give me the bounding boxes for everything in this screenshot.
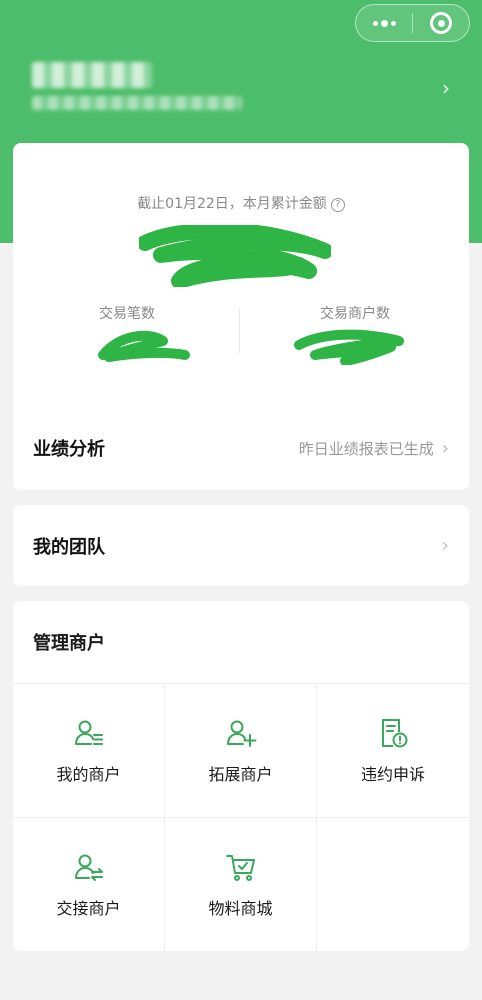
expand-merchants-label: 拓展商户 bbox=[208, 764, 273, 784]
violation-appeal-button[interactable]: 违约申诉 bbox=[317, 684, 469, 818]
more-menu-button[interactable] bbox=[356, 5, 412, 41]
user-add-icon bbox=[226, 720, 256, 747]
merchant-actions-grid: 我的商户 拓展商户 违约申诉 交接商户 物料商城 bbox=[13, 683, 469, 951]
empty-grid-cell bbox=[317, 818, 469, 951]
user-transfer-icon bbox=[74, 854, 103, 881]
material-mall-button[interactable]: 物料商城 bbox=[165, 818, 317, 951]
my-team-card[interactable]: 我的团队 › bbox=[13, 505, 469, 586]
help-icon[interactable]: ? bbox=[330, 198, 345, 212]
redacted-amount-scribble bbox=[139, 225, 331, 287]
my-merchants-label: 我的商户 bbox=[56, 764, 121, 784]
my-merchants-button[interactable]: 我的商户 bbox=[13, 684, 165, 818]
document-alert-icon bbox=[382, 718, 408, 747]
blurred-account-id bbox=[32, 96, 242, 110]
my-team-title: 我的团队 bbox=[33, 536, 105, 558]
stat-divider bbox=[239, 309, 240, 353]
performance-analysis-row[interactable]: 业绩分析 昨日业绩报表已生成 › bbox=[13, 423, 469, 473]
chevron-right-icon: › bbox=[441, 535, 449, 556]
redacted-merchant-count-scribble bbox=[294, 329, 404, 365]
shopping-cart-icon bbox=[225, 855, 255, 881]
trade-count-label: 交易笔数 bbox=[99, 306, 155, 322]
violation-appeal-label: 违约申诉 bbox=[360, 764, 425, 784]
more-dots-icon bbox=[372, 19, 396, 27]
handover-merchants-button[interactable]: 交接商户 bbox=[13, 818, 165, 951]
monthly-total-label: 截止01月22日，本月累计金额 bbox=[137, 196, 327, 212]
trade-merchant-count-label: 交易商户数 bbox=[320, 306, 390, 322]
performance-analysis-title: 业绩分析 bbox=[33, 439, 105, 460]
handover-merchants-label: 交接商户 bbox=[56, 899, 121, 918]
miniprogram-capsule bbox=[355, 4, 470, 42]
summary-card: 截止01月22日，本月累计金额? 交易笔数 交易商户数 业绩分析 昨日业绩报表已… bbox=[13, 143, 469, 490]
manage-merchants-card: 管理商户 我的商户 拓展商户 违约申诉 交接商户 物料商城 bbox=[13, 601, 469, 951]
expand-merchants-button[interactable]: 拓展商户 bbox=[165, 684, 317, 818]
chevron-right-icon: › bbox=[442, 76, 450, 100]
target-circle-icon bbox=[430, 12, 452, 34]
chevron-right-icon: › bbox=[441, 437, 449, 459]
manage-merchants-title: 管理商户 bbox=[33, 633, 105, 654]
blurred-account-name bbox=[32, 62, 152, 88]
redacted-trade-count-scribble bbox=[98, 330, 190, 362]
user-list-icon bbox=[74, 720, 103, 745]
monthly-total-caption: 截止01月22日，本月累计金额? bbox=[13, 193, 469, 213]
report-ready-status: 昨日业绩报表已生成 bbox=[298, 439, 434, 458]
close-miniprogram-button[interactable] bbox=[413, 5, 469, 41]
material-mall-label: 物料商城 bbox=[208, 899, 273, 918]
account-info[interactable]: › bbox=[28, 58, 458, 118]
